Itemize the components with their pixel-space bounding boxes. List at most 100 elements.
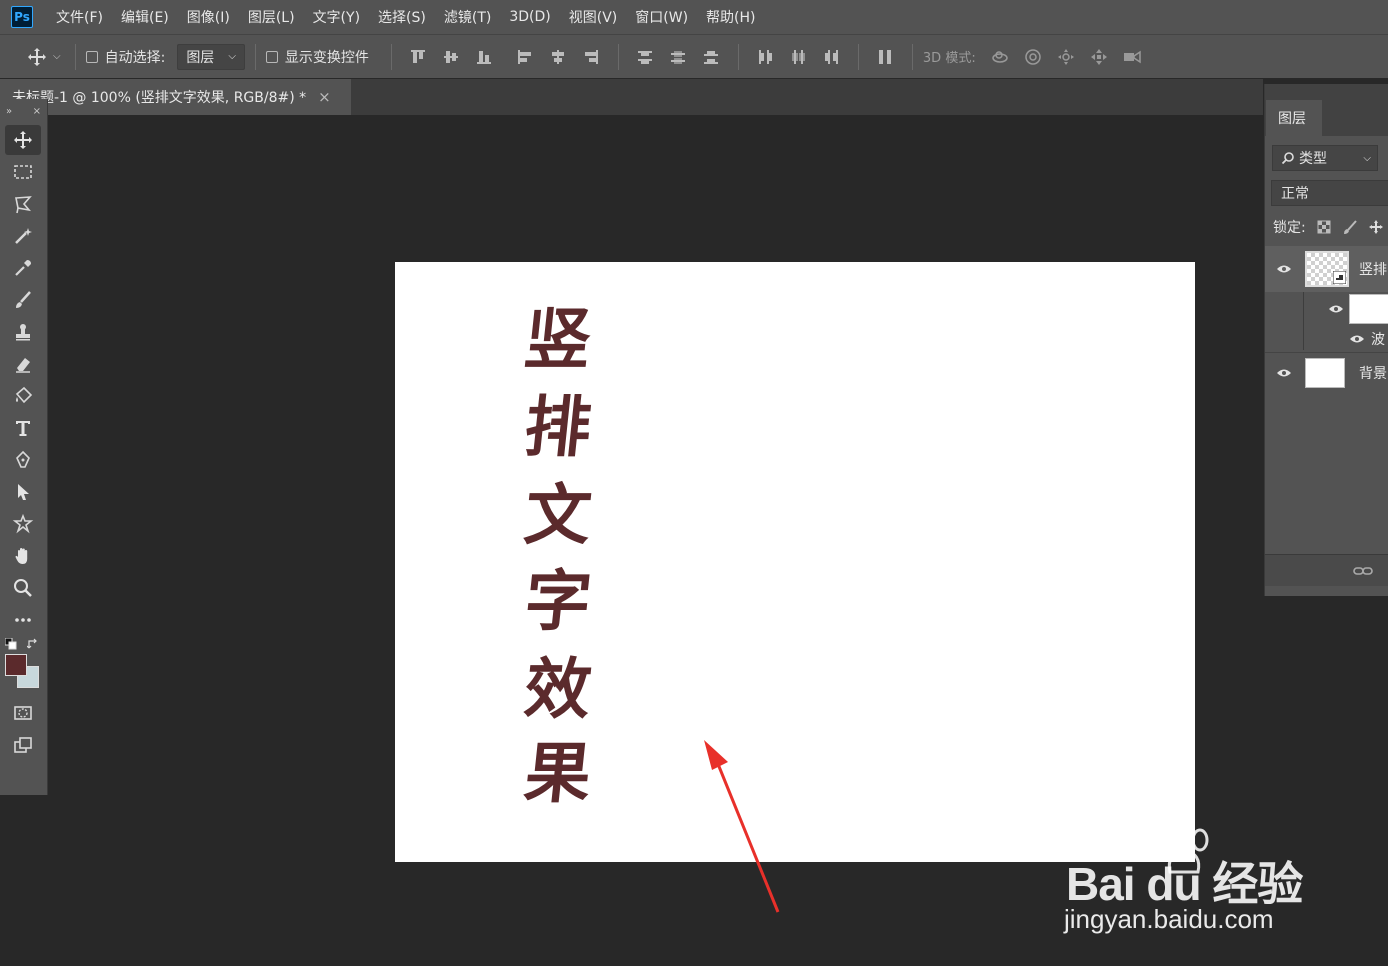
menu-help[interactable]: 帮助(H) (697, 0, 764, 34)
menu-image[interactable]: 图像(I) (178, 0, 239, 34)
divider (857, 43, 859, 70)
hand-tool[interactable] (5, 541, 41, 571)
eraser-tool[interactable] (5, 349, 41, 379)
clone-stamp-tool[interactable] (5, 317, 41, 347)
close-icon[interactable]: × (318, 88, 331, 106)
layer-filter-dropdown[interactable]: 类型 ⌵ (1272, 145, 1378, 171)
close-icon[interactable]: × (33, 106, 41, 117)
path-selection-tool[interactable] (5, 477, 41, 507)
document-tab[interactable]: 未标题-1 @ 100% (竖排文字效果, RGB/8#) * × (0, 79, 351, 115)
pen-tool[interactable] (5, 445, 41, 475)
link-layers-icon[interactable] (1353, 564, 1373, 578)
default-colors-icon[interactable] (5, 638, 17, 650)
screen-mode-icon[interactable] (5, 730, 41, 760)
brush-tool[interactable] (5, 285, 41, 315)
visibility-eye-icon[interactable] (1349, 334, 1365, 344)
menu-type[interactable]: 文字(Y) (304, 0, 369, 34)
menu-view[interactable]: 视图(V) (560, 0, 627, 34)
3d-roll-icon[interactable] (1017, 42, 1050, 72)
divider (617, 43, 619, 70)
tools-panel: » × (0, 99, 48, 795)
magic-wand-tool[interactable] (5, 221, 41, 251)
document-canvas[interactable]: 竖 排 文 字 效 果 (395, 262, 1195, 862)
align-horizontal-center-icon[interactable] (542, 42, 575, 72)
canvas-glyph: 排 (520, 388, 594, 466)
distribute-top-icon[interactable] (629, 42, 662, 72)
distribute-spacing-icon[interactable] (869, 42, 902, 72)
menu-select[interactable]: 选择(S) (369, 0, 435, 34)
eyedropper-tool[interactable] (5, 253, 41, 283)
canvas-glyph: 文 (520, 476, 594, 554)
tab-layers[interactable]: 图层 (1266, 100, 1322, 136)
lasso-tool[interactable] (5, 189, 41, 219)
layer-row-wave-filter[interactable]: 波 (1265, 328, 1388, 350)
divider (1265, 352, 1388, 353)
layer-row-smart-filters[interactable] (1265, 292, 1388, 350)
document-tab-title: 未标题-1 @ 100% (竖排文字效果, RGB/8#) * (12, 90, 307, 106)
auto-select-checkbox[interactable] (85, 50, 98, 63)
align-right-icon[interactable] (575, 42, 608, 72)
distribute-bottom-icon[interactable] (695, 42, 728, 72)
divider (737, 43, 739, 70)
visibility-eye-icon[interactable] (1276, 368, 1292, 378)
divider (74, 43, 76, 70)
lock-transparent-pixels-icon[interactable] (1316, 219, 1332, 235)
filter-mask-thumbnail (1349, 294, 1388, 324)
canvas-glyph: 字 (520, 562, 594, 640)
foreground-color-swatch[interactable] (5, 654, 27, 676)
visibility-eye-icon[interactable] (1276, 264, 1292, 274)
canvas-glyph: 竖 (520, 300, 594, 378)
chevron-down-icon: ⌵ (228, 51, 236, 62)
panel-tab-strip: 图层 (1265, 84, 1388, 136)
3d-pan-icon[interactable] (1050, 42, 1083, 72)
distribute-vertical-center-icon[interactable] (662, 42, 695, 72)
layer-thumbnail (1305, 251, 1349, 287)
distribute-horizontal-center-icon[interactable] (782, 42, 815, 72)
move-tool[interactable] (5, 125, 41, 155)
chevron-down-icon: ⌵ (1363, 152, 1371, 164)
menu-window[interactable]: 窗口(W) (626, 0, 697, 34)
auto-select-target-dropdown[interactable]: 图层 ⌵ (177, 43, 245, 70)
chevron-down-icon[interactable]: ⌵ (53, 51, 61, 62)
align-vertical-center-icon[interactable] (435, 42, 468, 72)
3d-mode-label: 3D 模式: (922, 51, 976, 66)
3d-orbit-icon[interactable] (984, 42, 1017, 72)
zoom-tool[interactable] (5, 573, 41, 603)
layer-row-background[interactable]: 背景 (1265, 354, 1388, 392)
3d-slide-icon[interactable] (1083, 42, 1116, 72)
distribute-left-icon[interactable] (749, 42, 782, 72)
lock-position-icon[interactable] (1368, 219, 1384, 235)
watermark-url: jingyan.baidu.com (1064, 904, 1274, 934)
show-transform-checkbox[interactable] (265, 50, 278, 63)
layer-name: 竖排 (1359, 262, 1387, 278)
quick-mask-icon[interactable] (5, 698, 41, 728)
align-top-icon[interactable] (402, 42, 435, 72)
visibility-eye-icon[interactable] (1328, 304, 1344, 314)
menu-file[interactable]: 文件(F) (47, 0, 112, 34)
align-left-icon[interactable] (509, 42, 542, 72)
layer-row-text[interactable]: 竖排 (1265, 246, 1388, 292)
lock-image-pixels-icon[interactable] (1342, 219, 1358, 235)
photoshop-logo-icon: Ps (11, 6, 33, 28)
move-tool-preset-icon[interactable] (20, 42, 53, 72)
options-bar: ⌵ 自动选择: 图层 ⌵ 显示变换控件 3D 模式: (0, 34, 1388, 78)
more-tools-icon[interactable] (5, 605, 41, 635)
distribute-right-icon[interactable] (815, 42, 848, 72)
blend-mode-dropdown[interactable]: 正常 (1271, 180, 1388, 206)
tools-panel-header: » × (0, 99, 47, 123)
collapse-icon[interactable]: » (6, 106, 12, 117)
menu-filter[interactable]: 滤镜(T) (435, 0, 500, 34)
swap-colors-icon[interactable] (27, 638, 39, 650)
menu-3d[interactable]: 3D(D) (500, 0, 559, 34)
align-bottom-icon[interactable] (468, 42, 501, 72)
marquee-tool[interactable] (5, 157, 41, 187)
paint-bucket-tool[interactable] (5, 381, 41, 411)
custom-shape-tool[interactable] (5, 509, 41, 539)
3d-camera-icon[interactable] (1116, 42, 1149, 72)
lock-row: 锁定: (1273, 215, 1388, 239)
menu-layer[interactable]: 图层(L) (239, 0, 304, 34)
type-tool[interactable] (5, 413, 41, 443)
canvas-glyph: 果 (520, 734, 594, 812)
lock-label: 锁定: (1273, 220, 1306, 236)
menu-edit[interactable]: 编辑(E) (112, 0, 178, 34)
